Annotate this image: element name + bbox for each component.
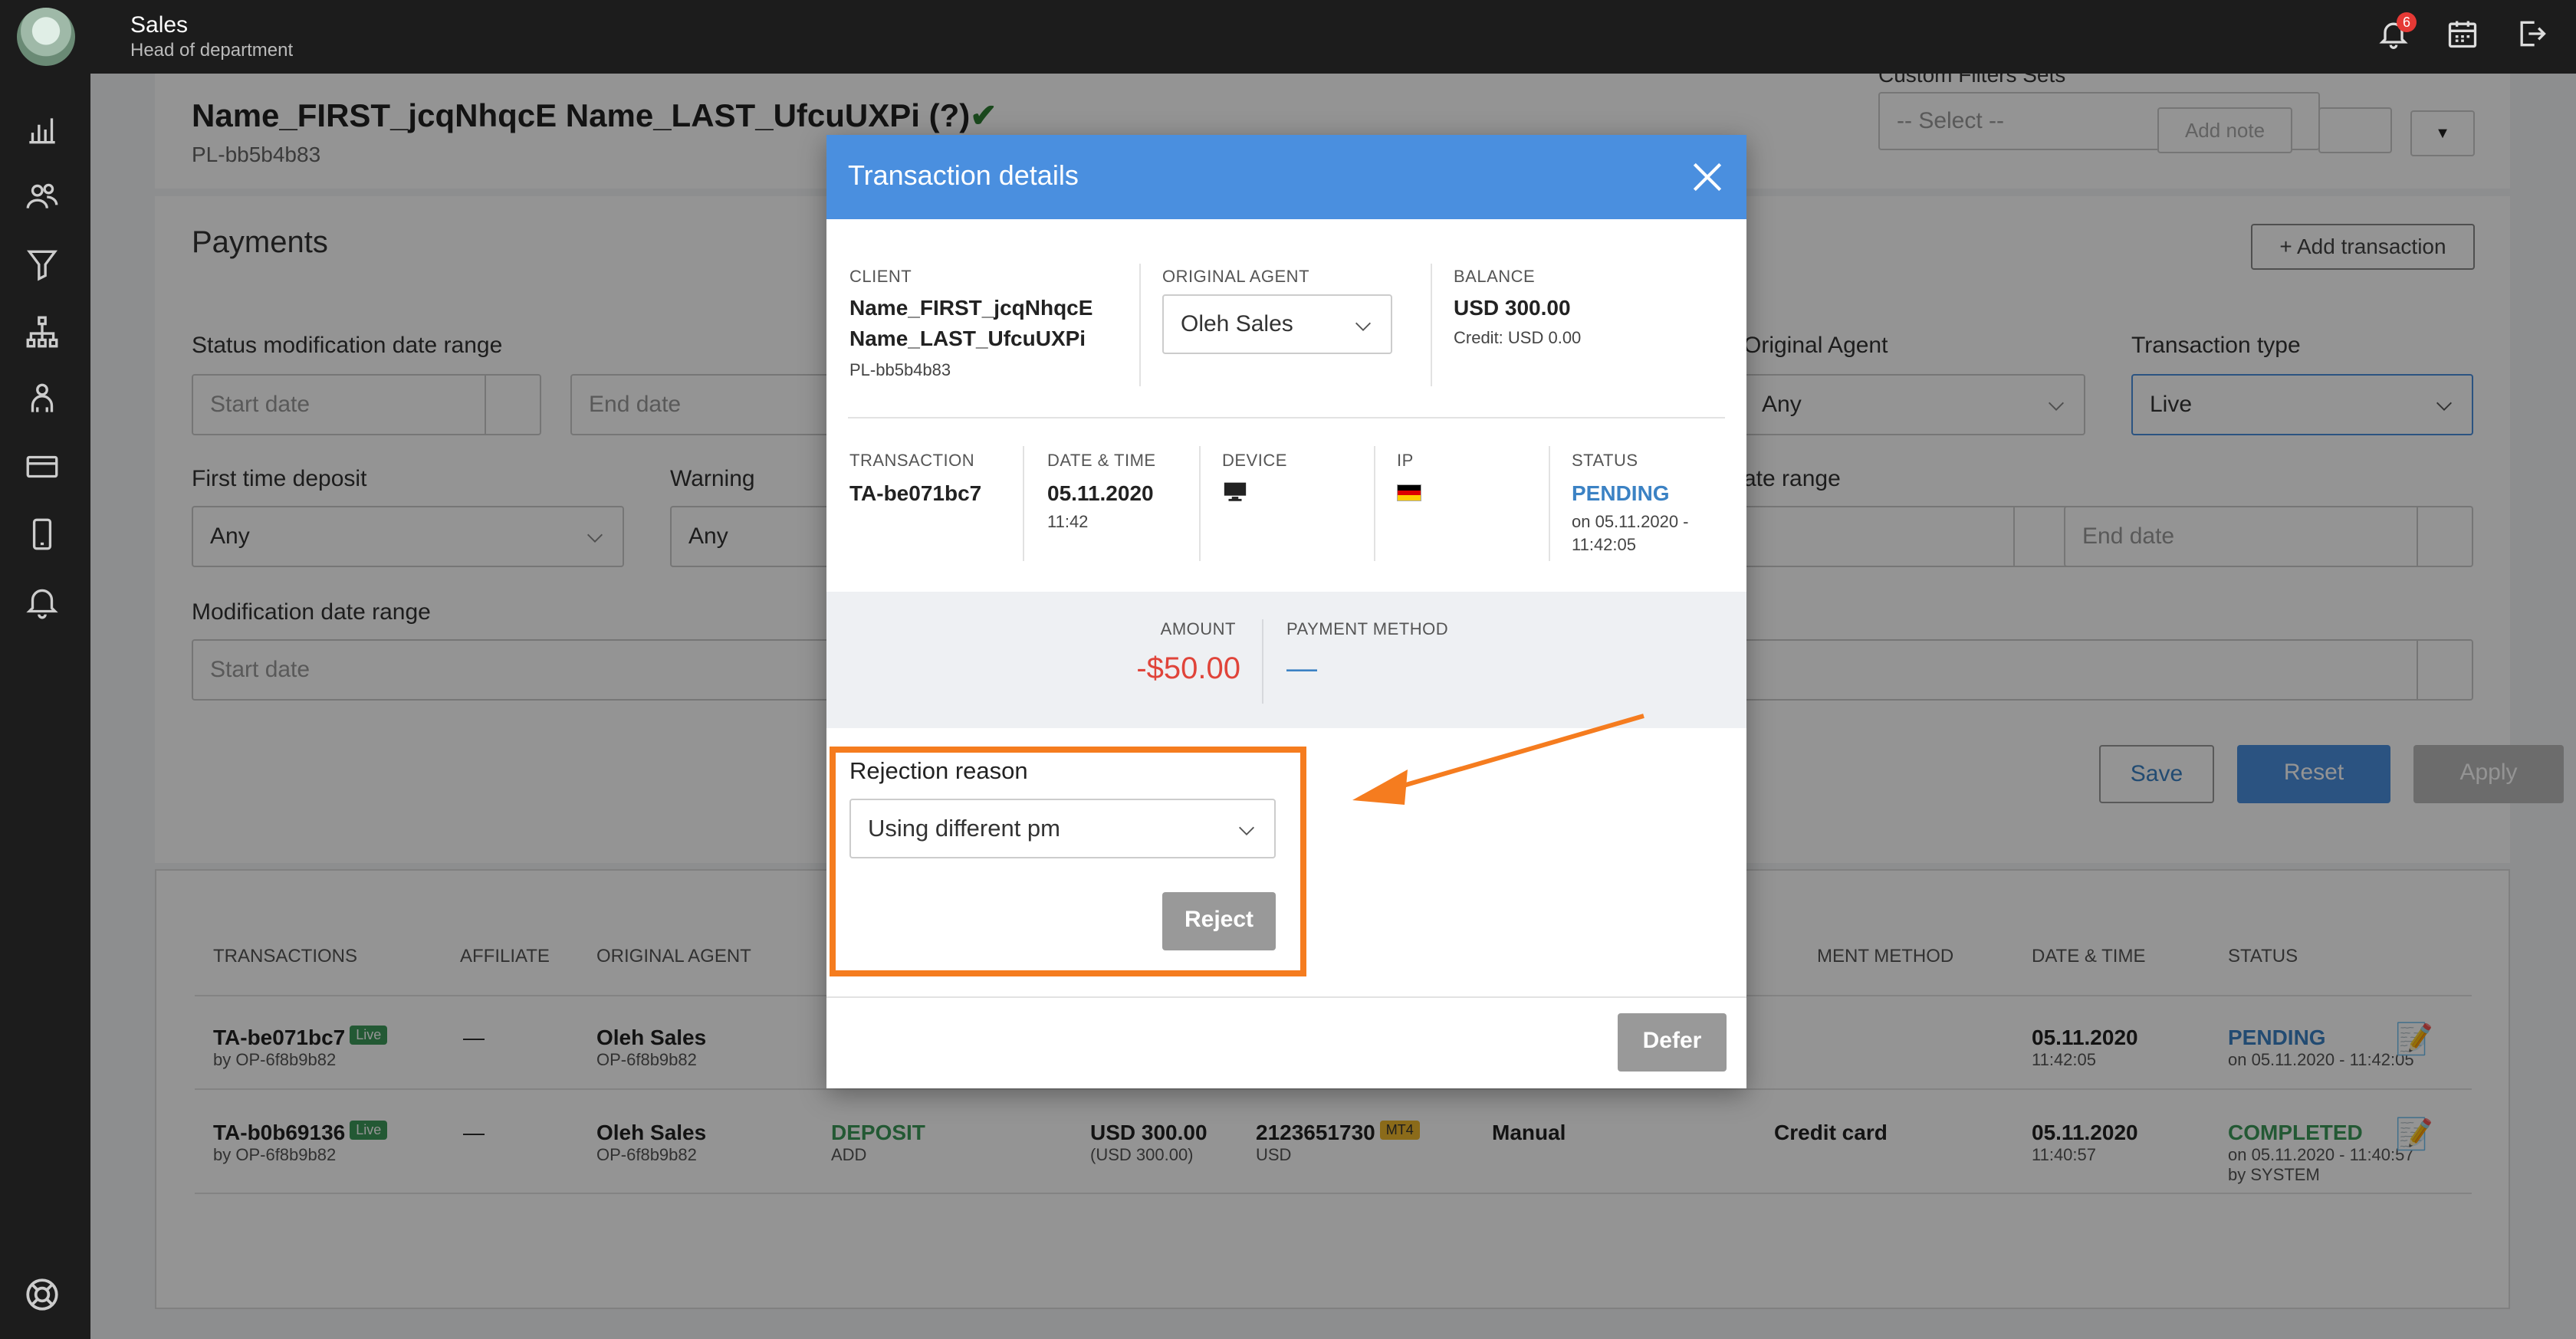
status-sub-time: 11:42:05 (1572, 535, 1637, 554)
close-icon[interactable] (1688, 158, 1727, 196)
sidebar-item-hierarchy[interactable] (23, 313, 66, 356)
users-icon (26, 183, 58, 208)
app-name: Sales (130, 12, 189, 38)
sidebar-item-help[interactable] (23, 1275, 66, 1318)
datetime-label: DATE & TIME (1047, 451, 1156, 470)
calendar-button[interactable] (2446, 17, 2484, 55)
user-role: Head of department (130, 40, 294, 61)
bar-chart-icon (29, 118, 55, 144)
divider (1431, 264, 1432, 386)
time-value: 11:42 (1047, 512, 1089, 531)
sidebar-item-clients[interactable] (23, 178, 66, 221)
sidebar-item-dashboard[interactable] (23, 110, 66, 153)
app-logo[interactable] (17, 8, 75, 66)
flag-icon (1397, 484, 1421, 501)
logout-button[interactable] (2515, 17, 2553, 55)
divider (1199, 446, 1201, 561)
sidebar-item-payments[interactable] (23, 448, 66, 491)
divider (1374, 446, 1375, 561)
status-value: PENDING (1572, 481, 1670, 505)
agent-select[interactable]: Oleh Sales (1162, 294, 1392, 354)
date-value: 05.11.2020 (1047, 481, 1154, 505)
payment-method-value: — (1286, 651, 1317, 685)
top-icons: 6 (2377, 12, 2553, 55)
highlight-annotation (830, 747, 1306, 976)
amount-label: AMOUNT (1160, 619, 1236, 638)
divider (1023, 446, 1024, 561)
sidebar-item-leads[interactable] (23, 245, 66, 288)
chevron-down-icon (1355, 322, 1371, 331)
status-label: STATUS (1572, 451, 1638, 470)
modal-header: Transaction details (826, 135, 1746, 219)
phone-icon (32, 518, 52, 550)
modal-title: Transaction details (848, 159, 1079, 191)
credit-card-icon (26, 455, 58, 478)
calendar-icon (2448, 21, 2477, 48)
client-first-name: Name_FIRST_jcqNhqcE (849, 296, 1093, 320)
defer-button[interactable]: Defer (1618, 1013, 1727, 1072)
agent-select-value: Oleh Sales (1181, 311, 1293, 336)
notification-badge: 6 (2397, 12, 2417, 32)
partners-icon (31, 383, 54, 412)
desktop-icon (1224, 482, 1247, 501)
hierarchy-icon (26, 316, 58, 348)
balance-value: USD 300.00 (1454, 296, 1571, 320)
amount-value: -$50.00 (1136, 651, 1240, 685)
client-last-name: Name_LAST_UfcuUXPi (849, 327, 1086, 350)
funnel-icon (27, 250, 58, 281)
status-sub-date: on 05.11.2020 - (1572, 512, 1689, 531)
divider (1262, 619, 1263, 704)
divider (1549, 446, 1550, 561)
divider (848, 417, 1725, 418)
sidebar-item-partners[interactable] (23, 380, 66, 423)
transaction-value: TA-be071bc7 (849, 481, 982, 505)
lifebuoy-icon (26, 1278, 58, 1311)
notifications-button[interactable]: 6 (2377, 12, 2417, 55)
ip-label: IP (1397, 451, 1414, 470)
balance-label: BALANCE (1454, 267, 1536, 286)
arrow-annotation (1352, 714, 1644, 805)
device-label: DEVICE (1222, 451, 1287, 470)
sidebar (0, 74, 90, 1339)
client-id: PL-bb5b4b83 (849, 360, 951, 379)
agent-label: ORIGINAL AGENT (1162, 267, 1310, 286)
top-bar: Sales Head of department 6 (0, 0, 2576, 74)
client-label: CLIENT (849, 267, 912, 286)
credit-value: Credit: USD 0.00 (1454, 328, 1582, 347)
logout-icon (2520, 21, 2546, 47)
divider (826, 996, 1746, 998)
sidebar-item-notifications[interactable] (23, 583, 66, 625)
sidebar-item-calls[interactable] (23, 515, 66, 558)
payment-method-label: PAYMENT METHOD (1286, 619, 1449, 638)
transaction-label: TRANSACTION (849, 451, 975, 470)
divider (1139, 264, 1141, 386)
bell-icon (26, 589, 58, 619)
